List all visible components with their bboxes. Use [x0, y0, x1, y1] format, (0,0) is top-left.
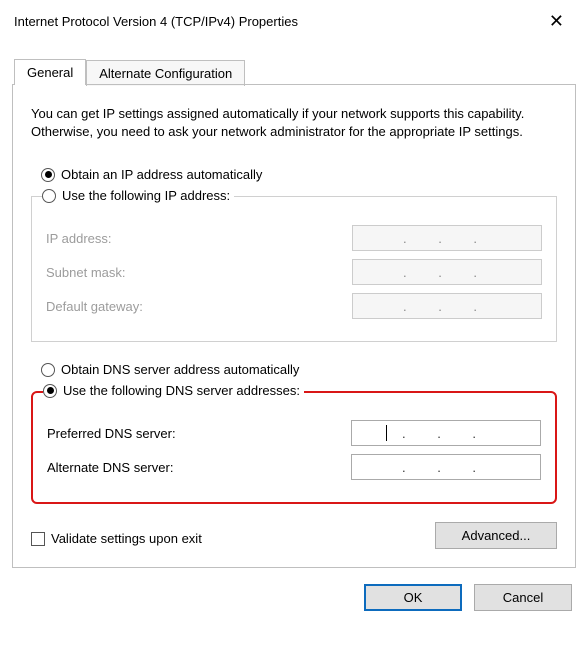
preferred-dns-label: Preferred DNS server: — [47, 426, 351, 441]
radio-use-ip-manual-label: Use the following IP address: — [62, 188, 230, 203]
radio-obtain-ip-auto-label: Obtain an IP address automatically — [61, 167, 262, 182]
radio-icon — [43, 384, 57, 398]
radio-obtain-dns-auto-label: Obtain DNS server address automatically — [61, 362, 299, 377]
radio-use-ip-manual[interactable]: Use the following IP address: — [42, 188, 230, 203]
ok-button[interactable]: OK — [364, 584, 462, 611]
subnet-mask-label: Subnet mask: — [46, 265, 352, 280]
tab-general-label: General — [27, 65, 73, 80]
tab-alternate[interactable]: Alternate Configuration — [86, 60, 245, 86]
group-ip-manual: Use the following IP address: IP address… — [31, 186, 557, 342]
window-title: Internet Protocol Version 4 (TCP/IPv4) P… — [14, 14, 298, 29]
intro-text: You can get IP settings assigned automat… — [31, 105, 557, 141]
ip-address-label: IP address: — [46, 231, 352, 246]
footer-buttons: OK Cancel — [0, 580, 588, 625]
radio-icon — [42, 189, 56, 203]
radio-obtain-ip-auto[interactable]: Obtain an IP address automatically — [41, 167, 557, 182]
preferred-dns-input[interactable]: . . . — [351, 420, 541, 446]
dialog-window: Internet Protocol Version 4 (TCP/IPv4) P… — [0, 0, 588, 625]
radio-use-dns-manual-label: Use the following DNS server addresses: — [63, 383, 300, 398]
default-gateway-label: Default gateway: — [46, 299, 352, 314]
radio-use-dns-manual[interactable]: Use the following DNS server addresses: — [43, 383, 300, 398]
advanced-button[interactable]: Advanced... — [435, 522, 557, 549]
checkbox-validate-label: Validate settings upon exit — [51, 531, 202, 546]
close-icon[interactable]: ✕ — [539, 8, 574, 34]
tab-strip: General Alternate Configuration — [0, 58, 588, 84]
ip-address-input: . . . — [352, 225, 542, 251]
alternate-dns-label: Alternate DNS server: — [47, 460, 351, 475]
bottom-row: Validate settings upon exit Advanced... — [31, 522, 557, 549]
subnet-mask-input: . . . — [352, 259, 542, 285]
radio-obtain-dns-auto[interactable]: Obtain DNS server address automatically — [41, 362, 557, 377]
radio-icon — [41, 168, 55, 182]
cancel-button[interactable]: Cancel — [474, 584, 572, 611]
group-dns-manual: Use the following DNS server addresses: … — [31, 381, 557, 504]
default-gateway-input: . . . — [352, 293, 542, 319]
checkbox-validate-on-exit[interactable]: Validate settings upon exit — [31, 531, 202, 546]
tab-alternate-label: Alternate Configuration — [99, 66, 232, 81]
alternate-dns-input[interactable]: . . . — [351, 454, 541, 480]
checkbox-icon — [31, 532, 45, 546]
tab-general[interactable]: General — [14, 59, 86, 85]
radio-icon — [41, 363, 55, 377]
title-bar: Internet Protocol Version 4 (TCP/IPv4) P… — [0, 0, 588, 40]
tab-panel-general: You can get IP settings assigned automat… — [12, 84, 576, 568]
text-cursor — [386, 425, 387, 441]
